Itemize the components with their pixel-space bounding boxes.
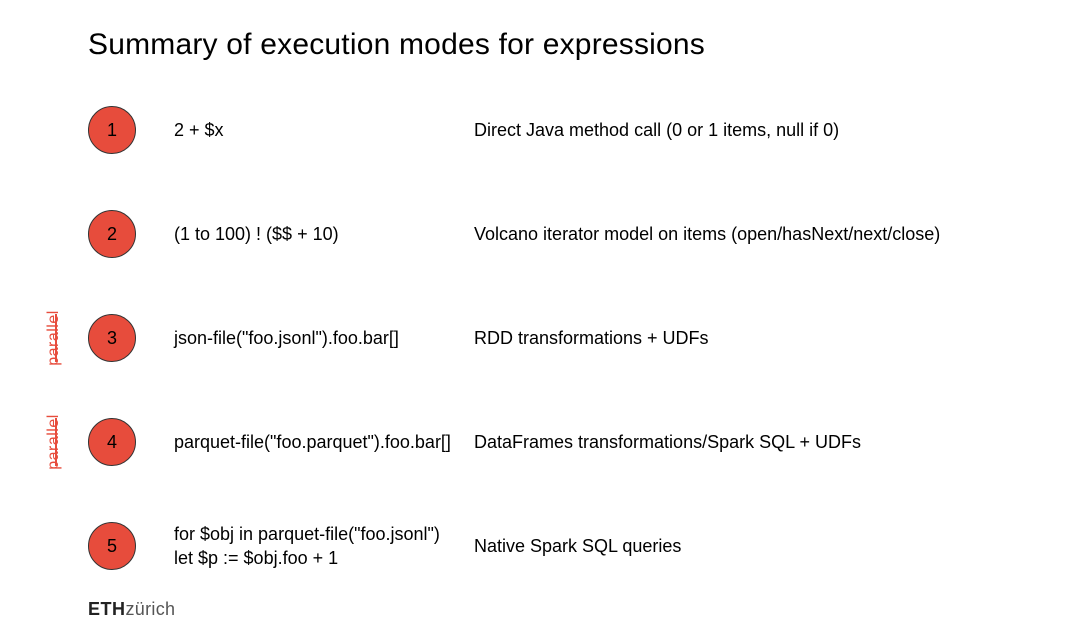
mode-description: RDD transformations + UDFs: [474, 326, 709, 350]
slide-title: Summary of execution modes for expressio…: [88, 28, 1011, 62]
mode-expression: 2 + $x: [174, 118, 474, 142]
mode-row: parallel 3 json-file("foo.jsonl").foo.ba…: [88, 310, 1011, 366]
footer-logo: ETHzürich: [88, 599, 175, 620]
mode-number: 1: [107, 120, 117, 141]
mode-number: 3: [107, 328, 117, 349]
rows-container: 1 2 + $x Direct Java method call (0 or 1…: [88, 102, 1011, 574]
parallel-label: parallel: [45, 310, 63, 366]
mode-description: DataFrames transformations/Spark SQL + U…: [474, 430, 861, 454]
mode-expression: parquet-file("foo.parquet").foo.bar[]: [174, 430, 474, 454]
mode-number-badge: 3: [88, 314, 136, 362]
footer-zurich: zürich: [126, 599, 176, 619]
mode-number-badge: 5: [88, 522, 136, 570]
mode-number: 2: [107, 224, 117, 245]
mode-row: 2 (1 to 100) ! ($$ + 10) Volcano iterato…: [88, 206, 1011, 262]
mode-description: Volcano iterator model on items (open/ha…: [474, 222, 940, 246]
mode-number-badge: 1: [88, 106, 136, 154]
slide: Summary of execution modes for expressio…: [0, 0, 1071, 636]
parallel-label: parallel: [45, 414, 63, 470]
mode-expression: json-file("foo.jsonl").foo.bar[]: [174, 326, 474, 350]
mode-description: Native Spark SQL queries: [474, 534, 681, 558]
mode-row: 5 for $obj in parquet-file("foo.jsonl") …: [88, 518, 1011, 574]
mode-number: 5: [107, 536, 117, 557]
footer-eth: ETH: [88, 599, 126, 619]
mode-description: Direct Java method call (0 or 1 items, n…: [474, 118, 839, 142]
mode-row: parallel 4 parquet-file("foo.parquet").f…: [88, 414, 1011, 470]
mode-row: 1 2 + $x Direct Java method call (0 or 1…: [88, 102, 1011, 158]
mode-number-badge: 4: [88, 418, 136, 466]
mode-expression: (1 to 100) ! ($$ + 10): [174, 222, 474, 246]
mode-number: 4: [107, 432, 117, 453]
mode-expression: for $obj in parquet-file("foo.jsonl") le…: [174, 522, 474, 571]
mode-number-badge: 2: [88, 210, 136, 258]
